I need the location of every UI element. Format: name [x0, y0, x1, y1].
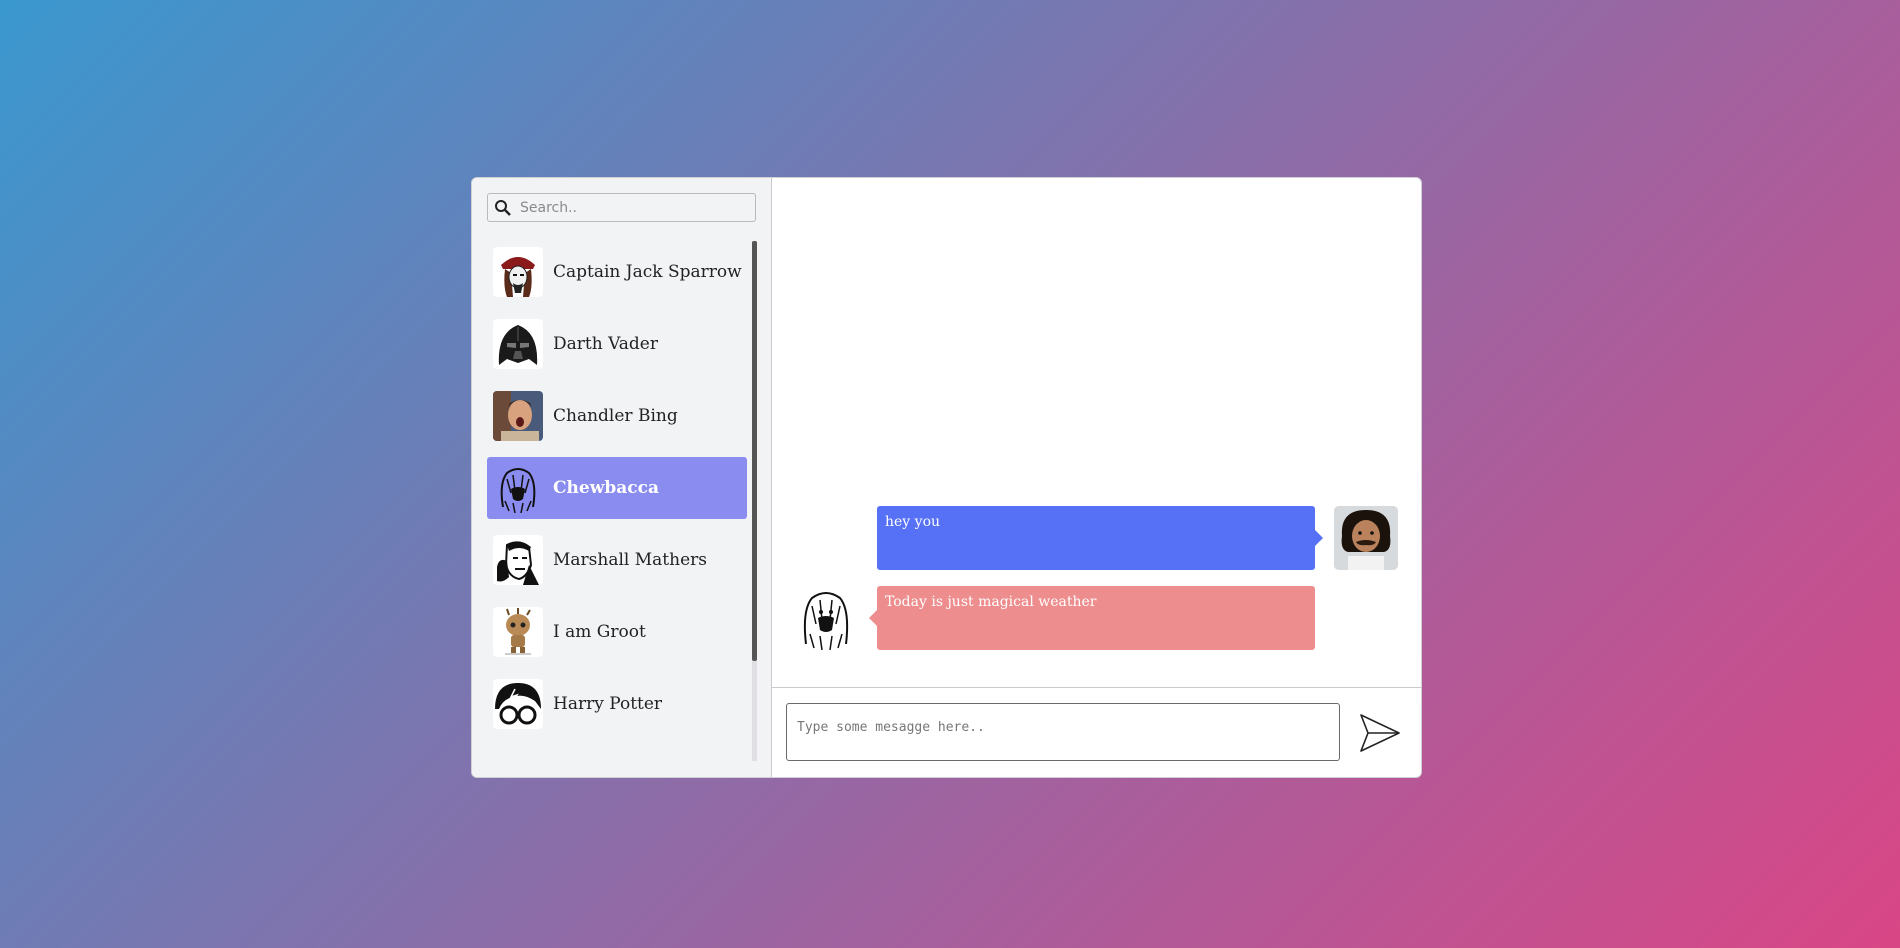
pirate-avatar — [493, 247, 543, 297]
contact-name: Darth Vader — [553, 334, 658, 354]
chandler-photo-avatar — [493, 391, 543, 441]
contact-item-jack-sparrow[interactable]: Captain Jack Sparrow — [487, 241, 747, 303]
contact-item-marshall-mathers[interactable]: Marshall Mathers — [487, 529, 747, 591]
chat-panel: hey you Today is just magical weather Ty… — [772, 178, 1421, 777]
contact-name: Captain Jack Sparrow — [553, 262, 742, 282]
message-composer — [772, 687, 1421, 777]
chewbacca-avatar — [493, 463, 543, 513]
contact-item-chandler-bing[interactable]: Chandler Bing — [487, 385, 747, 447]
send-button[interactable] — [1358, 712, 1402, 754]
groot-avatar — [493, 607, 543, 657]
chewbacca-message-avatar — [794, 586, 858, 650]
contact-item-groot[interactable]: I am Groot — [487, 601, 747, 663]
message-input[interactable] — [786, 703, 1340, 761]
contact-name: Chandler Bing — [553, 406, 678, 426]
contact-item-darth-vader[interactable]: Darth Vader — [487, 313, 747, 375]
harry-potter-glasses-avatar — [493, 679, 543, 729]
my-avatar — [1334, 506, 1398, 570]
outgoing-message-bubble: hey you — [877, 506, 1323, 570]
chat-app-window: Captain Jack Sparrow Darth Vader — [471, 177, 1422, 778]
search-input[interactable] — [518, 198, 742, 217]
vader-helmet-avatar — [493, 319, 543, 369]
message-list: hey you Today is just magical weather — [772, 178, 1421, 687]
contact-list: Captain Jack Sparrow Darth Vader Chandle… — [487, 241, 747, 773]
contact-name: Chewbacca — [553, 478, 659, 498]
contact-name: Marshall Mathers — [553, 550, 707, 570]
contact-name: Harry Potter — [553, 694, 663, 714]
contact-list-scrollbar-thumb[interactable] — [752, 241, 757, 661]
incoming-message-bubble: Today is just magical weather — [869, 586, 1315, 650]
contacts-sidebar: Captain Jack Sparrow Darth Vader — [472, 178, 772, 777]
send-icon — [1360, 714, 1400, 752]
search-icon — [495, 199, 511, 216]
contact-name: I am Groot — [553, 622, 646, 642]
search-box[interactable] — [487, 193, 756, 222]
contact-item-chewbacca[interactable]: Chewbacca — [487, 457, 747, 519]
contact-item-harry-potter[interactable]: Harry Potter — [487, 673, 747, 735]
eminem-avatar — [493, 535, 543, 585]
